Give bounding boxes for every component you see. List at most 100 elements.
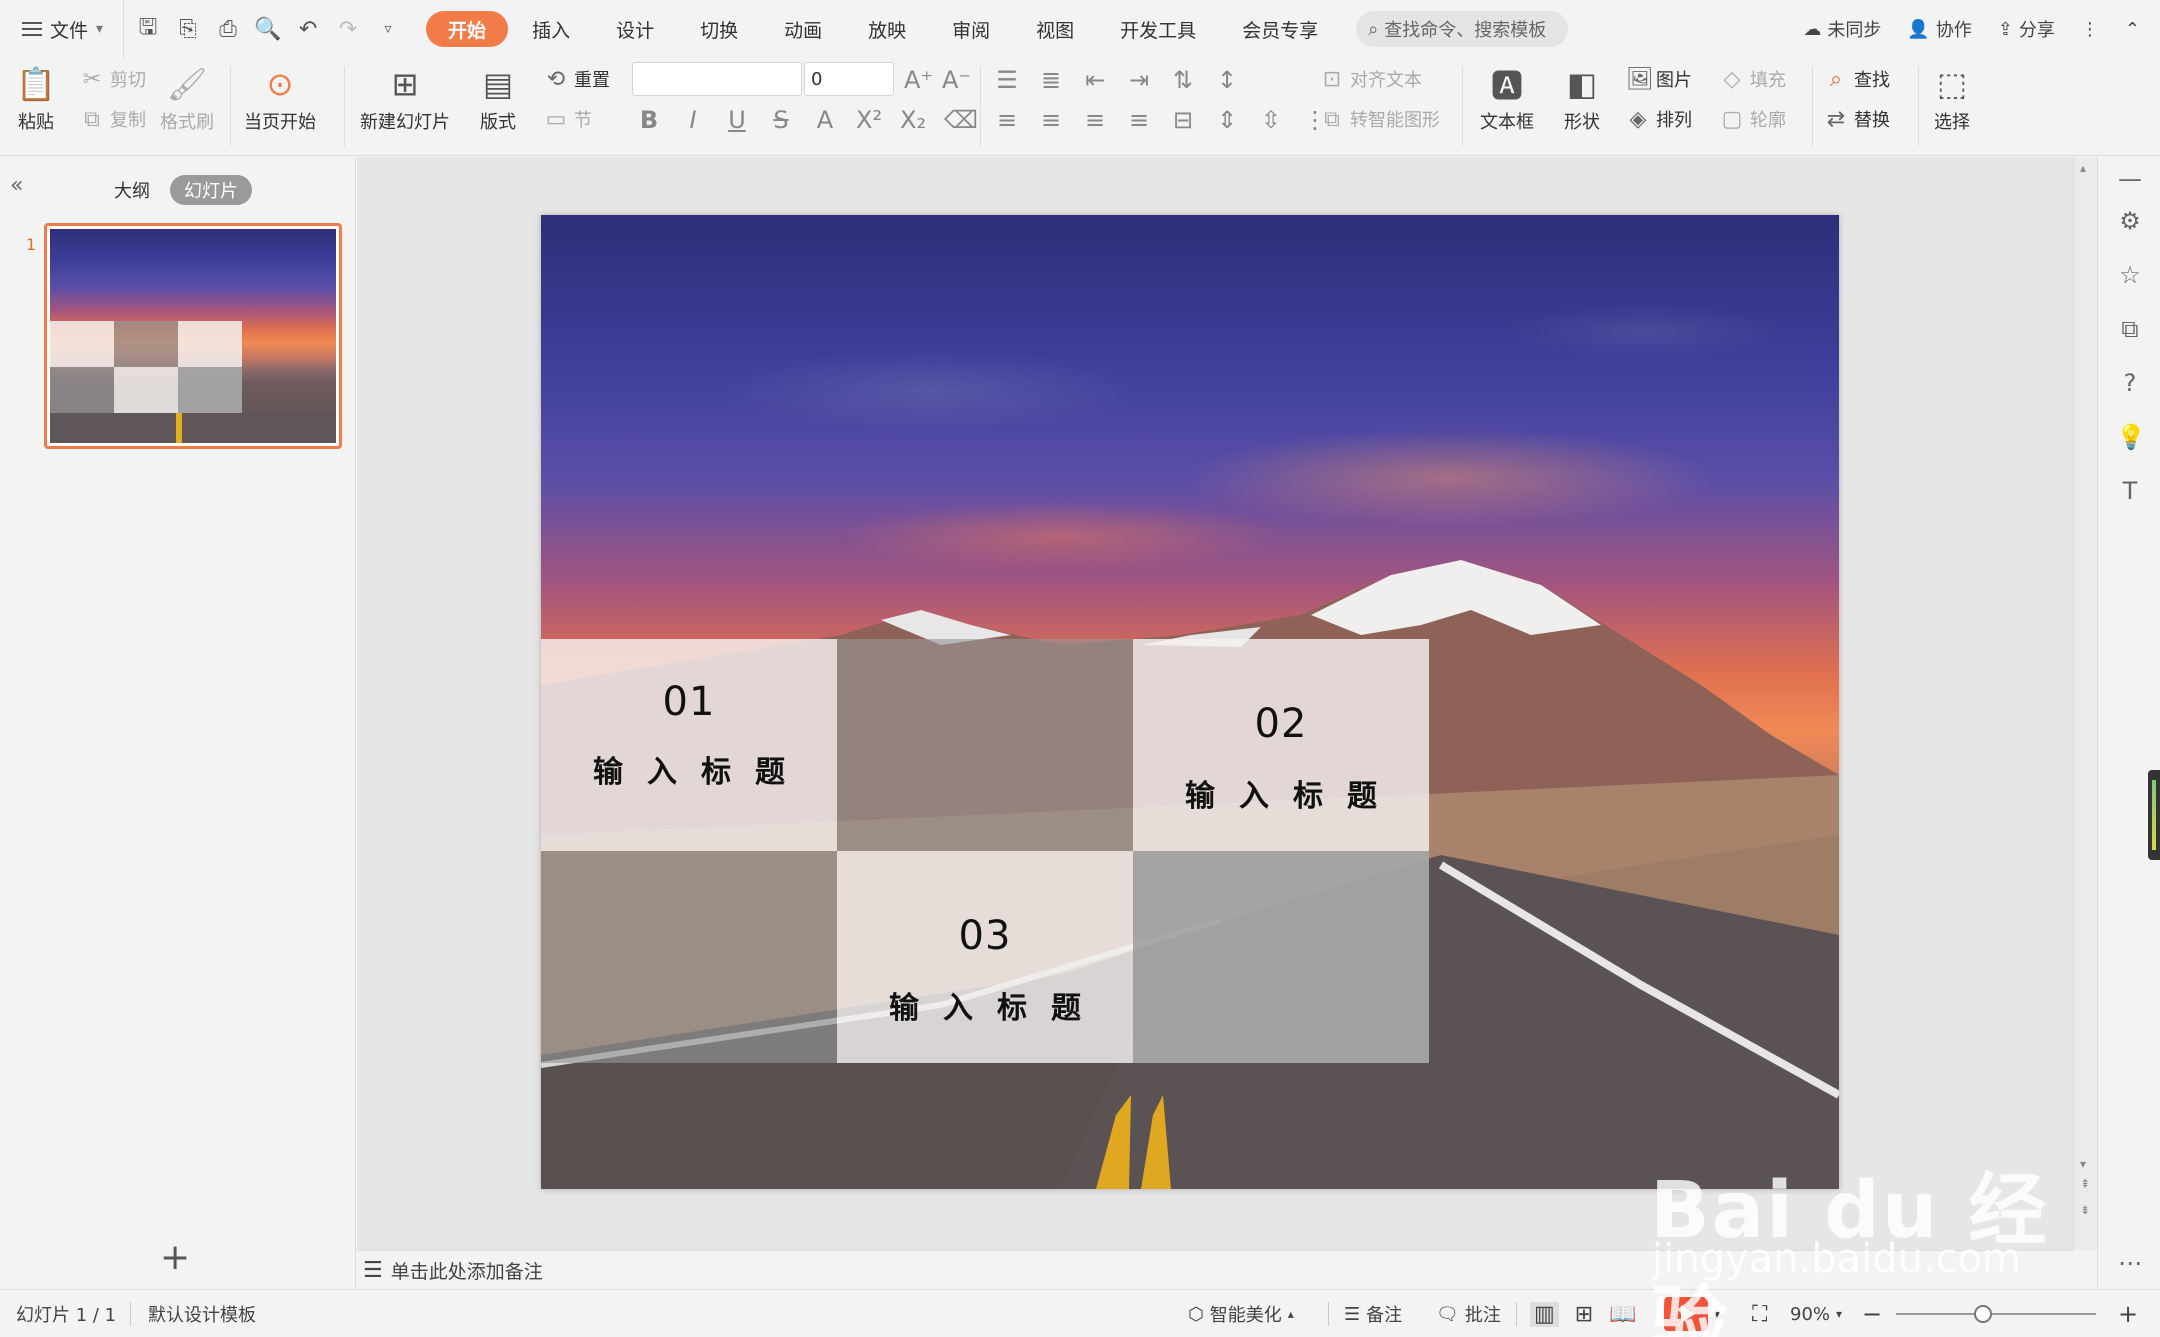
tab-review[interactable]: 审阅 <box>930 11 1012 47</box>
undo-icon[interactable]: ↶ <box>296 17 320 42</box>
decrease-indent-icon[interactable]: ⇤ <box>1082 66 1108 94</box>
animation-star-icon[interactable]: ☆ <box>2116 261 2144 289</box>
arrange-button[interactable]: ◈ 排列 <box>1626 106 1692 132</box>
sort-icon[interactable]: ↕ <box>1214 66 1240 94</box>
properties-icon[interactable]: ⚙ <box>2116 207 2144 235</box>
customize-toolbar-icon[interactable]: ▿ <box>376 17 400 41</box>
print-icon[interactable]: ⎙ <box>216 17 240 42</box>
scroll-up-icon[interactable]: ▴ <box>2080 161 2086 175</box>
font-family-select[interactable] <box>632 62 802 96</box>
prev-slide-icon[interactable]: ⇞ <box>2080 1177 2090 1191</box>
zoom-slider-knob[interactable] <box>1974 1305 1992 1323</box>
increase-indent-icon[interactable]: ⇥ <box>1126 66 1152 94</box>
tab-outline[interactable]: 大纲 <box>100 175 164 205</box>
fill-button[interactable]: ◇ 填充 <box>1720 66 1786 92</box>
collapse-ribbon-button[interactable]: ⌃ <box>2125 19 2140 40</box>
align-text-button[interactable]: ⊡ 对齐文本 <box>1320 66 1422 92</box>
picture-button[interactable]: 🖼 图片 <box>1626 66 1692 92</box>
zoom-out-icon[interactable]: − <box>1862 1290 1882 1337</box>
clear-format-icon[interactable]: ⌫ <box>944 106 978 134</box>
new-slide-button[interactable]: ⊞ 新建幻灯片 <box>360 64 450 134</box>
beautify-button[interactable]: ⬡ 智能美化 ▴ <box>1188 1290 1294 1337</box>
shrink-font-icon[interactable]: A⁻ <box>942 66 971 94</box>
blank-tile[interactable] <box>1133 851 1429 1063</box>
line-spacing-icon[interactable]: ⇕ <box>1214 106 1240 134</box>
align-right-icon[interactable]: ≡ <box>1082 106 1108 134</box>
vertical-scrollbar[interactable]: ▴ ▾ ⇞ ⇟ <box>2073 157 2097 1250</box>
transition-icon[interactable]: ⧉ <box>2116 315 2144 343</box>
title-tile-03[interactable]: 03 输入标题 <box>837 851 1133 1063</box>
file-menu[interactable]: 文件 ▾ <box>0 0 123 58</box>
shape-button[interactable]: ◧ 形状 <box>1562 64 1602 134</box>
command-search[interactable]: ⌕ 查找命令、搜索模板 <box>1356 11 1569 47</box>
outline-button[interactable]: ▢ 轮廓 <box>1720 106 1786 132</box>
more-horizontal-icon[interactable]: ⋯ <box>2116 1249 2144 1277</box>
tab-design[interactable]: 设计 <box>594 11 676 47</box>
bold-icon[interactable]: B <box>636 106 662 134</box>
notes-toggle-button[interactable]: ☰ 备注 <box>1344 1290 1402 1337</box>
zoom-in-icon[interactable]: + <box>2118 1290 2138 1337</box>
textbox-button[interactable]: 🅰 文本框 <box>1480 64 1534 134</box>
italic-icon[interactable]: I <box>680 106 706 134</box>
tab-member[interactable]: 会员专享 <box>1220 11 1340 47</box>
tab-home[interactable]: 开始 <box>426 11 509 47</box>
font-color-icon[interactable]: A <box>812 106 838 134</box>
add-slide-icon[interactable]: + <box>160 1237 190 1278</box>
tab-transitions[interactable]: 切换 <box>678 11 760 47</box>
zoom-slider-track[interactable] <box>1896 1313 2096 1315</box>
align-left-icon[interactable]: ≡ <box>994 106 1020 134</box>
select-button[interactable]: ⬚ 选择 <box>1932 64 1972 134</box>
numbered-list-icon[interactable]: ≣ <box>1038 66 1064 94</box>
title-tile-01[interactable]: 01 输入标题 <box>541 639 837 851</box>
slide-sorter-icon[interactable]: ⊞ <box>1575 1302 1593 1327</box>
template-name[interactable]: 默认设计模板 <box>148 1290 256 1337</box>
share-button[interactable]: ⇪ 分享 <box>1998 16 2055 42</box>
blank-tile[interactable] <box>541 851 837 1063</box>
collab-button[interactable]: 👤 协作 <box>1907 16 1971 42</box>
tab-developer[interactable]: 开发工具 <box>1098 11 1218 47</box>
print-preview-icon[interactable]: 🔍 <box>254 17 281 42</box>
paragraph-spacing-icon[interactable]: ⇳ <box>1258 106 1284 134</box>
slide-thumbnail[interactable] <box>44 223 342 449</box>
sync-button[interactable]: ☁ 未同步 <box>1803 16 1881 42</box>
text-icon[interactable]: T <box>2116 477 2144 505</box>
save-icon[interactable]: 🖫 <box>136 15 160 41</box>
comments-button[interactable]: 🗨 批注 <box>1436 1290 1501 1337</box>
reading-view-icon[interactable]: 📖 <box>1609 1302 1636 1327</box>
title-tile-02[interactable]: 02 输入标题 <box>1133 639 1429 851</box>
cut-button[interactable]: ✂ 剪切 <box>80 66 146 92</box>
superscript-icon[interactable]: X² <box>856 106 882 134</box>
grow-font-icon[interactable]: A⁺ <box>904 66 933 94</box>
tab-view[interactable]: 视图 <box>1014 11 1096 47</box>
export-icon[interactable]: ⎘ <box>176 17 200 42</box>
text-direction-icon[interactable]: ⇅ <box>1170 66 1196 94</box>
more-menu-button[interactable]: ⋮ <box>2081 19 2099 40</box>
justify-icon[interactable]: ≡ <box>1126 106 1152 134</box>
from-current-slide-button[interactable]: ⊙ 当页开始 <box>244 64 316 134</box>
layout-button[interactable]: ▤ 版式 <box>478 64 518 134</box>
paste-button[interactable]: 📋 粘贴 <box>16 64 56 134</box>
underline-icon[interactable]: U <box>724 106 750 134</box>
next-slide-icon[interactable]: ⇟ <box>2080 1203 2090 1217</box>
drag-handle-icon[interactable]: — <box>2116 165 2144 193</box>
bullet-list-icon[interactable]: ☰ <box>994 66 1020 94</box>
format-painter-button[interactable]: 🖌 格式刷 <box>160 64 214 134</box>
copy-button[interactable]: ⧉ 复制 <box>80 106 146 132</box>
section-button[interactable]: ▭ 节 <box>544 106 592 132</box>
help-icon[interactable]: ? <box>2116 369 2144 397</box>
notes-bar[interactable]: ☰ 单击此处添加备注 <box>357 1250 2073 1289</box>
replace-button[interactable]: ⇄ 替换 <box>1824 106 1890 132</box>
redo-icon[interactable]: ↷ <box>336 17 360 42</box>
find-button[interactable]: ⌕ 查找 <box>1824 66 1890 92</box>
collapse-panel-icon[interactable]: « <box>10 173 23 198</box>
subscript-icon[interactable]: X₂ <box>900 106 926 134</box>
lightbulb-icon[interactable]: 💡 <box>2116 423 2146 451</box>
smart-art-button[interactable]: ⧉ 转智能图形 <box>1320 106 1440 132</box>
tab-insert[interactable]: 插入 <box>510 11 592 47</box>
tab-animation[interactable]: 动画 <box>762 11 844 47</box>
slideshow-button[interactable]: ▾ <box>1664 1290 1720 1337</box>
blank-tile[interactable] <box>837 639 1133 851</box>
strikethrough-icon[interactable]: S <box>768 106 794 134</box>
normal-view-icon[interactable]: ▥ <box>1530 1301 1559 1327</box>
slide[interactable]: 01 输入标题 02 输入标题 03 输入标题 <box>541 215 1839 1189</box>
